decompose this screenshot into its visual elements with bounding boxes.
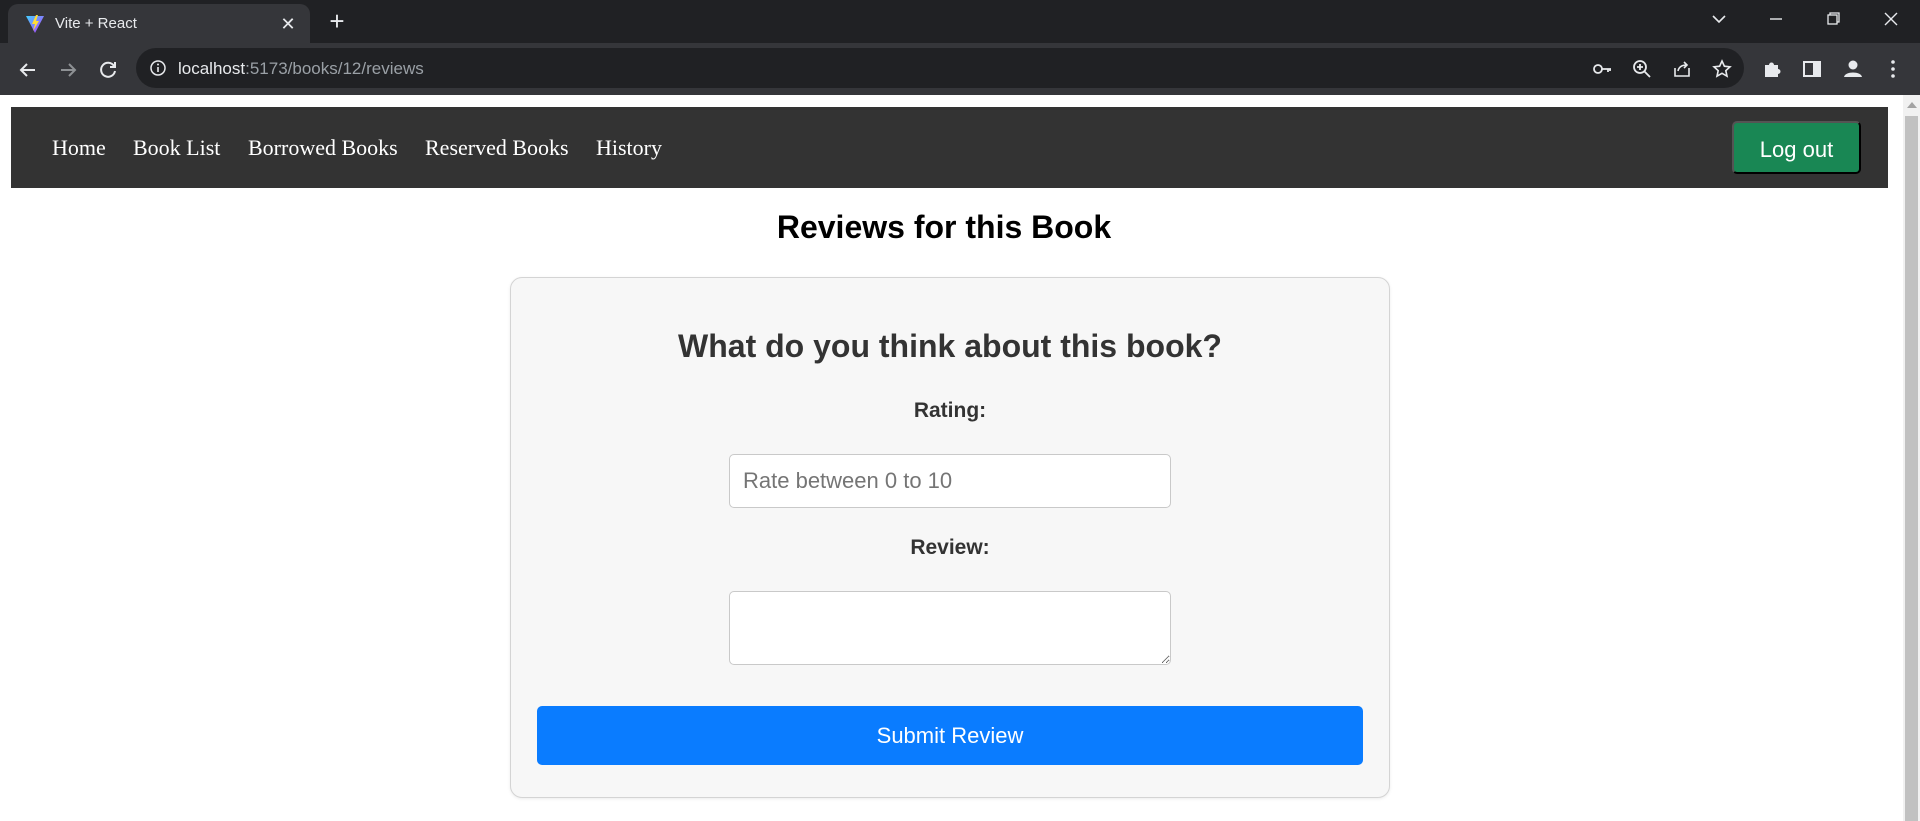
page-viewport: Home Book List Borrowed Books Reserved B… [0, 95, 1920, 821]
menu-kebab-icon[interactable] [1880, 56, 1906, 82]
nav-link-book-list[interactable]: Book List [133, 135, 220, 161]
review-label: Review: [910, 536, 990, 559]
vite-favicon-icon [26, 15, 44, 33]
scrollbar-thumb[interactable] [1905, 116, 1918, 821]
log-out-button[interactable]: Log out [1732, 121, 1861, 174]
extensions-icon[interactable] [1759, 56, 1785, 82]
url-text: localhost:5173/books/12/reviews [178, 59, 424, 79]
review-form-card: What do you think about this book? Ratin… [510, 277, 1390, 798]
tab-title: Vite + React [55, 15, 137, 32]
restore-icon[interactable] [1818, 6, 1848, 32]
browser-tab-strip: Vite + React ✕ + [0, 0, 1920, 43]
bookmark-star-icon[interactable] [1711, 58, 1733, 80]
reload-icon[interactable] [94, 56, 122, 84]
url-host: localhost [178, 59, 246, 78]
page-scrollbar[interactable] [1903, 95, 1920, 821]
nav-link-home[interactable]: Home [52, 135, 106, 161]
zoom-icon[interactable] [1631, 58, 1653, 80]
tab-close-icon[interactable]: ✕ [278, 14, 298, 34]
nav-link-borrowed-books[interactable]: Borrowed Books [248, 135, 398, 161]
browser-toolbar: localhost:5173/books/12/reviews [0, 43, 1920, 95]
rating-label: Rating: [913, 399, 987, 422]
review-form-heading: What do you think about this book? [678, 328, 1222, 364]
profile-icon[interactable] [1840, 56, 1866, 82]
minimize-icon[interactable] [1761, 6, 1791, 32]
url-path: :5173/books/12/reviews [245, 59, 424, 78]
nav-link-history[interactable]: History [596, 135, 662, 161]
key-icon[interactable] [1591, 58, 1613, 80]
review-textarea[interactable] [729, 591, 1171, 665]
forward-arrow-icon[interactable] [54, 56, 82, 84]
side-panel-icon[interactable] [1799, 56, 1825, 82]
browser-tab[interactable]: Vite + React ✕ [8, 4, 310, 43]
address-bar[interactable]: localhost:5173/books/12/reviews [136, 48, 1744, 88]
nav-link-reserved-books[interactable]: Reserved Books [425, 135, 569, 161]
back-arrow-icon[interactable] [14, 56, 42, 84]
rating-input[interactable] [729, 454, 1171, 508]
window-close-icon[interactable] [1876, 6, 1906, 32]
top-navbar: Home Book List Borrowed Books Reserved B… [11, 107, 1888, 188]
share-icon[interactable] [1671, 58, 1693, 80]
submit-review-button[interactable]: Submit Review [537, 706, 1363, 765]
scroll-up-arrow-icon[interactable] [1907, 102, 1917, 108]
tab-search-chevron-down-icon[interactable] [1704, 6, 1734, 32]
page-title: Reviews for this Book [776, 209, 1112, 245]
new-tab-plus-icon[interactable]: + [324, 8, 350, 35]
site-info-icon[interactable] [149, 59, 167, 77]
